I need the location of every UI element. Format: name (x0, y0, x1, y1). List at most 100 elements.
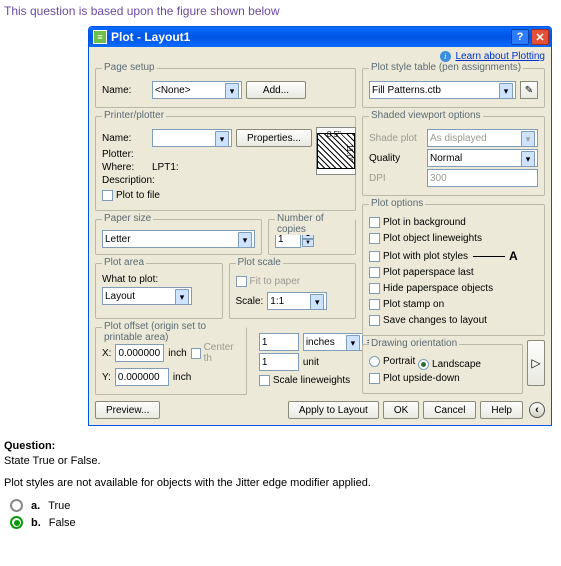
landscape-radio[interactable]: Landscape (418, 359, 481, 370)
where-label: Where: (102, 162, 148, 173)
scale-lw-checkbox[interactable]: Scale lineweights (259, 375, 350, 386)
opt-label: Plot stamp on (383, 299, 444, 310)
dpi-input: 300 (427, 169, 538, 187)
add-button[interactable]: Add... (246, 81, 306, 99)
opt-background[interactable]: Plot in background (369, 217, 466, 228)
portrait-radio[interactable]: Portrait (369, 356, 415, 367)
style-table-title: Plot style table (pen assignments) (369, 62, 523, 73)
scale-select[interactable]: 1:1 (267, 292, 327, 310)
chevron-left-icon: ‹ (535, 404, 539, 416)
scale-bot-unit: unit (303, 357, 319, 368)
answer-a[interactable]: a. True (10, 499, 557, 512)
ok-button[interactable]: OK (383, 401, 419, 419)
opt-lineweights[interactable]: Plot object lineweights (369, 233, 482, 244)
scale-label: Scale: (236, 296, 264, 307)
learn-link[interactable]: Learn about Plotting (455, 51, 545, 62)
orientation-icon-button[interactable]: ▷ (527, 340, 545, 386)
scale-top-input[interactable]: 1 (259, 333, 299, 351)
what-to-plot-select[interactable]: Layout (102, 287, 192, 305)
pagesetup-name-select[interactable]: <None> (152, 81, 242, 99)
opt-label: Plot with plot styles (383, 251, 468, 262)
cancel-button[interactable]: Cancel (423, 401, 476, 419)
app-icon: ≡ (93, 30, 107, 44)
plot-scale-group: Plot scale Fit to paper Scale: 1:1 (229, 263, 357, 319)
opt-paperspace-last[interactable]: Plot paperspace last (369, 267, 474, 278)
answer-letter: b. (31, 517, 41, 529)
answer-b[interactable]: b. False (10, 516, 557, 529)
quality-select[interactable]: Normal (427, 149, 538, 167)
paper-size-group: Paper size Letter (95, 219, 262, 255)
copies-group: Number of copies 1 ▲▼ (268, 219, 356, 255)
preview-height: 11.0" (345, 144, 354, 162)
plot-dialog: ≡ Plot - Layout1 ? ✕ i Learn about Plott… (88, 26, 552, 426)
x-input[interactable]: 0.000000 (115, 344, 164, 362)
scale-lw-label: Scale lineweights (273, 375, 350, 386)
orient-title: Drawing orientation (369, 338, 459, 349)
printer-group: Printer/plotter Name: Properties... Plot… (95, 116, 356, 211)
checkbox-icon (369, 373, 380, 384)
desc-label: Description: (102, 175, 148, 186)
properties-button[interactable]: Properties... (236, 129, 312, 147)
plotter-label: Plotter: (102, 149, 148, 160)
y-unit: inch (173, 372, 191, 383)
printer-name-select[interactable] (152, 129, 232, 147)
checkbox-icon (369, 267, 380, 278)
landscape-label: Landscape (432, 359, 481, 370)
edit-style-button[interactable]: ✎ (520, 81, 538, 99)
scale-unit-select[interactable]: inches (303, 333, 363, 351)
scale-bot-input[interactable]: 1 (259, 353, 299, 371)
callout-line (473, 256, 505, 257)
opt-plot-styles[interactable]: Plot with plot styles A (369, 249, 518, 263)
opt-save-changes[interactable]: Save changes to layout (369, 315, 487, 326)
what-to-plot-label: What to plot: (102, 274, 216, 285)
quality-label: Quality (369, 153, 423, 164)
checkbox-icon (369, 217, 380, 228)
titlebar-close-button[interactable]: ✕ (531, 29, 549, 45)
radio-icon (418, 359, 429, 370)
info-icon: i (440, 51, 451, 62)
shaded-title: Shaded viewport options (369, 110, 483, 121)
scale-values: 1 inches = 1 unit Scale lineweights (253, 327, 379, 395)
plot-scale-title: Plot scale (236, 257, 283, 268)
checkbox-icon (369, 283, 380, 294)
dpi-label: DPI (369, 173, 423, 184)
paper-size-select[interactable]: Letter (102, 230, 255, 248)
fit-to-paper-checkbox: Fit to paper (236, 276, 301, 287)
help-button[interactable]: Help (480, 401, 523, 419)
opt-hide-paperspace[interactable]: Hide paperspace objects (369, 283, 493, 294)
where-value: LPT1: (152, 162, 179, 173)
paper-title: Paper size (102, 213, 153, 224)
page-setup-title: Page setup (102, 62, 157, 73)
style-table-select[interactable]: Fill Patterns.ctb (369, 81, 516, 99)
upside-label: Plot upside-down (383, 373, 460, 384)
titlebar-help-button[interactable]: ? (511, 29, 529, 45)
preview-width: 8.5" (327, 130, 341, 139)
preview-button[interactable]: Preview... (95, 401, 160, 419)
expand-button[interactable]: ‹ (529, 402, 545, 418)
spin-down-icon[interactable]: ▼ (302, 239, 314, 247)
callout-a-label: A (509, 249, 518, 263)
page-a-icon: ▷ (531, 356, 540, 370)
checkbox-icon (102, 190, 113, 201)
upside-checkbox[interactable]: Plot upside-down (369, 373, 460, 384)
plot-to-file-checkbox[interactable]: Plot to file (102, 190, 160, 201)
checkbox-icon (369, 251, 380, 262)
plot-area-title: Plot area (102, 257, 146, 268)
checkbox-icon (236, 276, 247, 287)
y-input[interactable]: 0.000000 (115, 368, 169, 386)
radio-icon (10, 499, 23, 512)
opt-stamp[interactable]: Plot stamp on (369, 299, 444, 310)
orientation-group: Drawing orientation Portrait Landscape P… (362, 344, 523, 394)
checkbox-icon (259, 375, 270, 386)
opt-label: Plot object lineweights (383, 233, 482, 244)
y-label: Y: (102, 372, 111, 383)
question-heading: Question: (4, 440, 557, 452)
question-block: Question: State True or False. Plot styl… (4, 440, 557, 529)
apply-button[interactable]: Apply to Layout (288, 401, 379, 419)
x-unit: inch (168, 348, 186, 359)
checkbox-icon (369, 315, 380, 326)
window-title: Plot - Layout1 (111, 30, 509, 44)
style-table-group: Plot style table (pen assignments) Fill … (362, 68, 545, 108)
plot-to-file-label: Plot to file (116, 190, 160, 201)
opt-label: Hide paperspace objects (383, 283, 493, 294)
